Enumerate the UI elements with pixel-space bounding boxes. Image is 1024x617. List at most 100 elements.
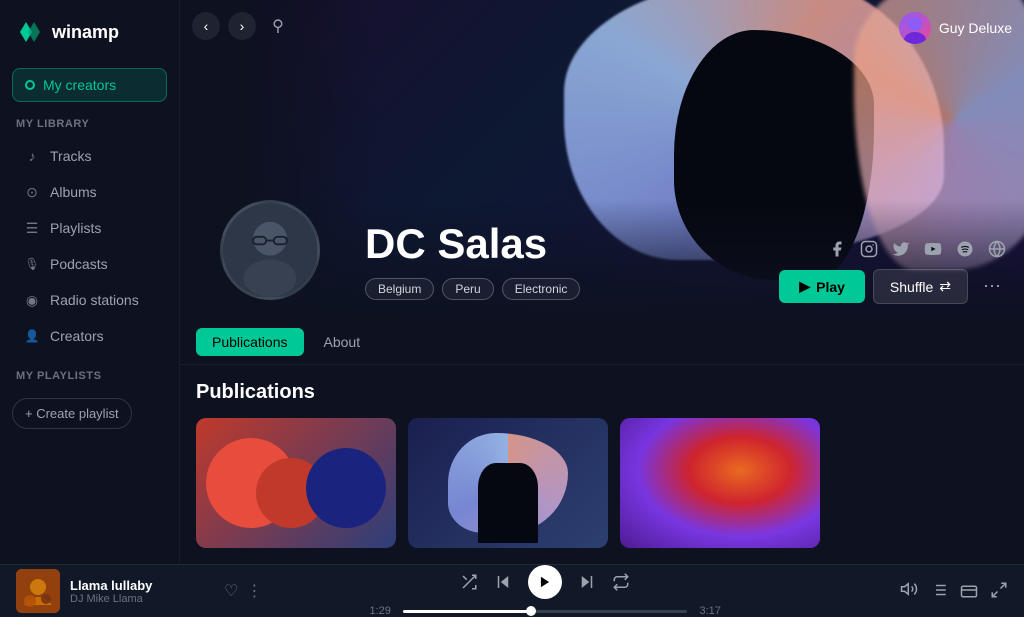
publication-card-3[interactable] [620, 418, 820, 548]
main-content: ‹ › ⚲ Guy Deluxe [180, 0, 1024, 564]
spotify-icon[interactable] [954, 238, 976, 260]
user-profile[interactable]: Guy Deluxe [899, 12, 1012, 44]
track-title: Llama lullaby [70, 578, 152, 593]
creators-icon [24, 328, 40, 344]
youtube-icon[interactable] [922, 238, 944, 260]
sidebar-item-creators-label: Creators [50, 328, 104, 344]
tab-about[interactable]: About [308, 328, 377, 356]
progress-area: 1:29 3:17 [365, 605, 725, 617]
facebook-icon[interactable] [826, 238, 848, 260]
volume-button[interactable] [900, 580, 918, 603]
sidebar-item-playlists[interactable]: Playlists [8, 211, 171, 245]
time-current: 1:29 [365, 605, 395, 617]
sidebar-item-creators[interactable]: Creators [8, 319, 171, 353]
progress-thumb [526, 606, 536, 616]
my-creators-dot [25, 80, 35, 90]
controls-buttons [460, 565, 630, 599]
my-library-label: My library [0, 118, 179, 138]
action-buttons: ▶ Play Shuffle ⇄ ⋯ [779, 269, 1008, 304]
forward-icon: › [240, 18, 245, 34]
card3-shapes [620, 418, 820, 548]
logo: winamp [0, 0, 179, 64]
publications-grid [196, 418, 1008, 548]
tab-publications-label: Publications [212, 334, 288, 350]
shuffle-icon: ⇄ [939, 278, 951, 295]
play-button[interactable]: ▶ Play [779, 270, 865, 303]
publications-title: Publications [196, 381, 1008, 404]
tabs-bar: Publications About [180, 320, 1024, 365]
sidebar-item-radio-stations[interactable]: Radio stations [8, 283, 171, 317]
shuffle-label: Shuffle [890, 279, 933, 295]
hero-section: ‹ › ⚲ Guy Deluxe [180, 0, 1024, 320]
podcast-icon [24, 256, 40, 272]
player-right-controls [828, 580, 1008, 603]
cast-button[interactable] [960, 581, 978, 602]
play-label: Play [816, 279, 845, 295]
search-button[interactable]: ⚲ [264, 12, 292, 40]
more-icon: ⋯ [983, 276, 1001, 297]
more-button[interactable]: ⋯ [976, 271, 1008, 303]
user-name: Guy Deluxe [939, 20, 1012, 36]
my-creators-label: My creators [43, 77, 116, 93]
fullscreen-button[interactable] [990, 581, 1008, 602]
sidebar-item-albums-label: Albums [50, 184, 97, 200]
publications-area: Publications [180, 365, 1024, 564]
sidebar-item-tracks[interactable]: Tracks [8, 139, 171, 173]
hero-nav: ‹ › ⚲ [192, 12, 292, 40]
artist-tag-0[interactable]: Belgium [365, 278, 434, 300]
sidebar-item-radio-label: Radio stations [50, 292, 139, 308]
player-controls: 1:29 3:17 [262, 565, 828, 617]
artist-avatar [220, 200, 320, 300]
progress-bar[interactable] [403, 610, 687, 613]
player-left-actions: ♡ ⋮ [224, 581, 262, 601]
create-playlist-button[interactable]: + Create playlist [12, 398, 132, 429]
card2-silhouette [478, 463, 538, 543]
time-total: 3:17 [695, 605, 725, 617]
twitter-icon[interactable] [890, 238, 912, 260]
winamp-logo-icon [16, 18, 44, 46]
back-button[interactable]: ‹ [192, 12, 220, 40]
instagram-icon[interactable] [858, 238, 880, 260]
playlist-icon [24, 220, 40, 236]
progress-fill [403, 610, 531, 613]
back-icon: ‹ [204, 18, 209, 34]
artist-avatar-wrapper [220, 200, 320, 300]
artist-name: DC Salas [365, 220, 580, 268]
sidebar-item-podcasts-label: Podcasts [50, 256, 108, 272]
play-pause-button[interactable] [528, 565, 562, 599]
player-bar: Llama lullaby DJ Mike Llama ♡ ⋮ [0, 564, 1024, 617]
publication-card-2[interactable] [408, 418, 608, 548]
music-icon [24, 148, 40, 164]
search-icon: ⚲ [272, 16, 284, 36]
my-playlists-label: My playlists [0, 370, 179, 390]
radio-icon [24, 292, 40, 308]
publication-card-1[interactable] [196, 418, 396, 548]
album-icon [24, 184, 40, 200]
track-more-button[interactable]: ⋮ [246, 581, 262, 601]
tab-publications[interactable]: Publications [196, 328, 304, 356]
track-text: Llama lullaby DJ Mike Llama [70, 578, 152, 605]
artist-tag-2[interactable]: Electronic [502, 278, 581, 300]
track-artist: DJ Mike Llama [70, 593, 152, 605]
avatar [899, 12, 931, 44]
social-icons [826, 238, 1008, 260]
artist-section: DC Salas Belgium Peru Electronic [365, 220, 580, 300]
sidebar-item-tracks-label: Tracks [50, 148, 91, 164]
sidebar-item-albums[interactable]: Albums [8, 175, 171, 209]
tab-about-label: About [324, 334, 361, 350]
play-icon: ▶ [799, 278, 810, 295]
sidebar-item-playlists-label: Playlists [50, 220, 101, 236]
shuffle-button[interactable]: Shuffle ⇄ [873, 269, 968, 304]
logo-text: winamp [52, 22, 119, 43]
sidebar: winamp My creators My library Tracks Alb… [0, 0, 180, 564]
my-playlists-section: My playlists + Create playlist [0, 370, 179, 437]
my-creators-button[interactable]: My creators [12, 68, 167, 102]
sidebar-item-podcasts[interactable]: Podcasts [8, 247, 171, 281]
like-button[interactable]: ♡ [224, 581, 238, 601]
queue-button[interactable] [930, 581, 948, 602]
artist-tag-1[interactable]: Peru [442, 278, 493, 300]
web-icon[interactable] [986, 238, 1008, 260]
card1-circle3 [306, 448, 386, 528]
artist-tags: Belgium Peru Electronic [365, 278, 580, 300]
forward-button[interactable]: › [228, 12, 256, 40]
